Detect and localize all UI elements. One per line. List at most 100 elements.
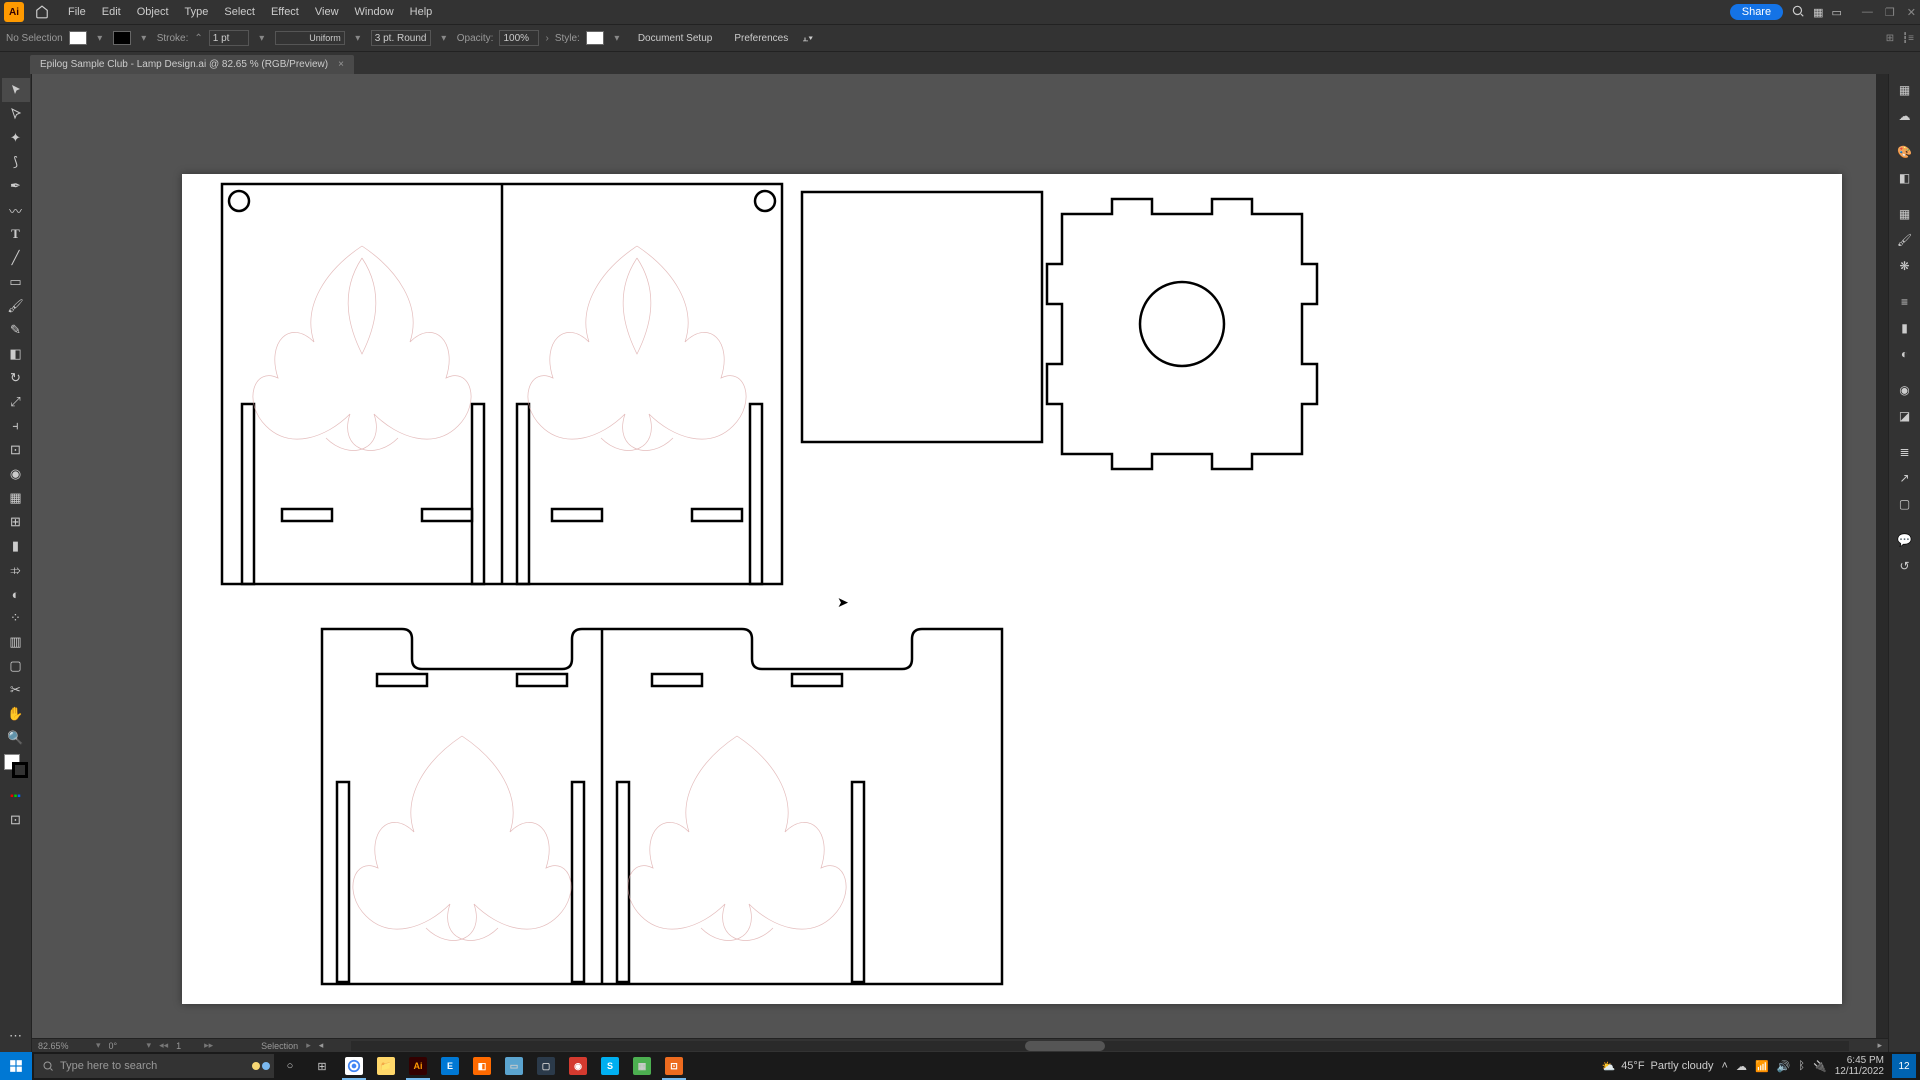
eyedropper-tool[interactable]: ⤃ <box>2 558 30 582</box>
snap-icon[interactable]: ⊞ <box>1886 33 1894 44</box>
artboard-prev-icon[interactable]: ◂◂ <box>159 1040 168 1051</box>
taskbar-app-edge[interactable]: E <box>434 1052 466 1080</box>
scroll-left-icon[interactable]: ◂ <box>319 1040 324 1051</box>
libraries-panel-icon[interactable]: ☁ <box>1891 104 1919 128</box>
stroke-weight-dropdown-icon[interactable]: ▾ <box>255 31 269 45</box>
selection-tool[interactable] <box>2 78 30 102</box>
artboard-next-icon[interactable]: ▸▸ <box>204 1040 213 1051</box>
system-tray[interactable]: ˄ ☁ 📶 🔊 ᛒ 🔌 <box>1722 1060 1827 1073</box>
graphic-styles-icon[interactable]: ◪ <box>1891 404 1919 428</box>
brushes-panel-icon[interactable]: 🖌 <box>1891 228 1919 252</box>
style-dropdown-icon[interactable]: ▾ <box>610 31 624 45</box>
notification-center[interactable]: 12 <box>1892 1054 1916 1078</box>
search-icon[interactable] <box>1791 4 1805 21</box>
gradient-tool[interactable]: ▮ <box>2 534 30 558</box>
profile-dropdown-icon[interactable]: ▾ <box>351 31 365 45</box>
align-icon[interactable]: ⫠▾ <box>802 33 813 44</box>
artboard-nav-input[interactable] <box>176 1041 196 1051</box>
menu-file[interactable]: File <box>60 6 94 18</box>
color-mode-icon[interactable]: ▪▪▪ <box>2 784 30 808</box>
app-icon[interactable]: Ai <box>4 2 24 22</box>
slice-tool[interactable]: ✂ <box>2 678 30 702</box>
mesh-tool[interactable]: ⊞ <box>2 510 30 534</box>
taskbar-app-orange[interactable]: ◧ <box>466 1052 498 1080</box>
tray-bluetooth-icon[interactable]: ᛒ <box>1798 1060 1805 1073</box>
artboards-panel-icon[interactable]: ▢ <box>1891 492 1919 516</box>
menu-edit[interactable]: Edit <box>94 6 129 18</box>
edit-toolbar-icon[interactable]: ⋯ <box>2 1024 30 1048</box>
gradient-panel-icon[interactable]: ▮ <box>1891 316 1919 340</box>
stroke-panel-icon[interactable]: ≡ <box>1891 290 1919 314</box>
pen-tool[interactable]: ✒ <box>2 174 30 198</box>
home-icon[interactable] <box>32 2 52 22</box>
direct-selection-tool[interactable] <box>2 102 30 126</box>
symbol-sprayer-tool[interactable]: ⁘ <box>2 606 30 630</box>
menu-effect[interactable]: Effect <box>263 6 307 18</box>
scroll-right-icon[interactable]: ▸ <box>1877 1040 1882 1051</box>
task-view-icon[interactable]: ⊞ <box>306 1052 338 1080</box>
close-icon[interactable]: ✕ <box>1907 6 1916 19</box>
workspace-icon[interactable]: ▭ <box>1832 6 1842 19</box>
options-icon[interactable]: ┇≡ <box>1902 33 1914 44</box>
menu-help[interactable]: Help <box>402 6 441 18</box>
free-transform-tool[interactable]: ⊡ <box>2 438 30 462</box>
rotate-tool[interactable]: ↻ <box>2 366 30 390</box>
brush-input[interactable] <box>371 30 431 46</box>
weather-widget[interactable]: ⛅ 45°F Partly cloudy <box>1601 1060 1713 1073</box>
tray-onedrive-icon[interactable]: ☁ <box>1736 1060 1747 1073</box>
menu-view[interactable]: View <box>307 6 347 18</box>
swatches-panel-icon[interactable]: ▦ <box>1891 202 1919 226</box>
curvature-tool[interactable]: 〰 <box>2 198 30 222</box>
taskbar-app-green[interactable]: ▦ <box>626 1052 658 1080</box>
menu-window[interactable]: Window <box>347 6 402 18</box>
rotate-dropdown-icon[interactable]: ▾ <box>147 1040 152 1051</box>
document-tab[interactable]: Epilog Sample Club - Lamp Design.ai @ 82… <box>30 55 354 74</box>
brush-dropdown-icon[interactable]: ▾ <box>437 31 451 45</box>
transparency-panel-icon[interactable]: ◐ <box>1891 342 1919 366</box>
layers-panel-icon[interactable]: ≣ <box>1891 440 1919 464</box>
style-swatch[interactable] <box>586 31 604 45</box>
screen-mode-icon[interactable]: ⊡ <box>2 808 30 832</box>
maximize-icon[interactable]: ❐ <box>1885 6 1895 19</box>
asset-export-icon[interactable]: ↗ <box>1891 466 1919 490</box>
vertical-scrollbar[interactable] <box>1876 74 1888 1038</box>
menu-object[interactable]: Object <box>129 6 177 18</box>
canvas[interactable]: ➤ <box>32 74 1888 1052</box>
horizontal-scrollbar[interactable] <box>351 1041 1849 1051</box>
artboard-tool[interactable]: ▢ <box>2 654 30 678</box>
zoom-dropdown-icon[interactable]: ▾ <box>96 1040 101 1051</box>
taskbar-search[interactable]: Type here to search <box>34 1054 274 1078</box>
zoom-tool[interactable]: 🔍 <box>2 726 30 750</box>
tray-chevron-icon[interactable]: ˄ <box>1722 1060 1728 1073</box>
appearance-panel-icon[interactable]: ◉ <box>1891 378 1919 402</box>
blend-tool[interactable]: ◐ <box>2 582 30 606</box>
tray-network-icon[interactable]: 📶 <box>1755 1060 1769 1073</box>
taskbar-app-dark[interactable]: ▢ <box>530 1052 562 1080</box>
comments-panel-icon[interactable]: 💬 <box>1891 528 1919 552</box>
tool-hint-arrow-icon[interactable]: ▸ <box>306 1040 311 1051</box>
graph-tool[interactable]: ▥ <box>2 630 30 654</box>
magic-wand-tool[interactable]: ✦ <box>2 126 30 150</box>
tab-close-icon[interactable]: × <box>338 59 344 70</box>
minimize-icon[interactable]: — <box>1862 6 1873 19</box>
zoom-input[interactable] <box>38 1041 88 1051</box>
lasso-tool[interactable]: ⟆ <box>2 150 30 174</box>
eraser-tool[interactable]: ◧ <box>2 342 30 366</box>
tray-volume-icon[interactable]: 🔊 <box>1777 1060 1791 1073</box>
symbols-panel-icon[interactable]: ❋ <box>1891 254 1919 278</box>
taskbar-app-red[interactable]: ◉ <box>562 1052 594 1080</box>
share-button[interactable]: Share <box>1730 4 1783 20</box>
taskbar-app-illustrator[interactable]: Ai <box>402 1052 434 1080</box>
taskbar-app-blue[interactable]: ▭ <box>498 1052 530 1080</box>
start-button[interactable] <box>0 1052 32 1080</box>
opacity-arrow-icon[interactable]: › <box>545 33 548 44</box>
document-setup-button[interactable]: Document Setup <box>630 31 721 46</box>
scale-tool[interactable]: ⤢ <box>2 390 30 414</box>
taskbar-app-explorer[interactable]: 📁 <box>370 1052 402 1080</box>
properties-panel-icon[interactable]: ▦ <box>1891 78 1919 102</box>
fill-swatch[interactable] <box>69 31 87 45</box>
width-tool[interactable]: ⫞ <box>2 414 30 438</box>
history-panel-icon[interactable]: ↺ <box>1891 554 1919 578</box>
fill-dropdown-icon[interactable]: ▾ <box>93 31 107 45</box>
perspective-tool[interactable]: ▦ <box>2 486 30 510</box>
